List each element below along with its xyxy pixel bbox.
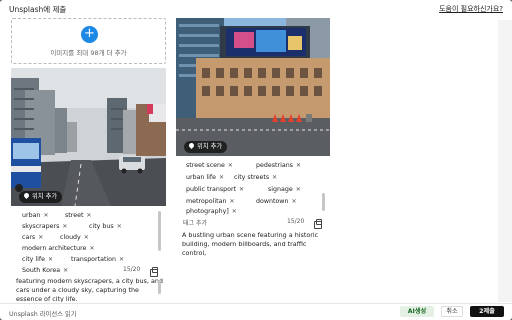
- x-icon[interactable]: ✕: [38, 234, 43, 241]
- tag-label: urban life: [186, 174, 217, 181]
- tag-chip[interactable]: city bus ✕: [89, 222, 122, 231]
- tag-chip[interactable]: cars ✕: [22, 233, 43, 242]
- tag-chip[interactable]: downtown ✕: [256, 197, 296, 206]
- tag-label: urban: [22, 212, 41, 219]
- tag-chip[interactable]: modern architecture ✕: [22, 244, 94, 253]
- tag-label: pedestrians: [256, 162, 293, 169]
- modal-header: Unsplash에 제출 도움이 필요하신가요?: [0, 0, 512, 18]
- tag-label: photography]: [186, 208, 229, 215]
- tag-label: skyscrapers: [22, 223, 60, 230]
- x-icon[interactable]: ✕: [229, 198, 234, 205]
- license-link[interactable]: Unsplash 라이선스 읽기: [9, 309, 77, 318]
- x-icon[interactable]: ✕: [117, 223, 122, 230]
- submit-modal: Unsplash에 제출 도움이 필요하신가요? + 이미지를 최대 98개 더…: [0, 0, 512, 320]
- tag-label: street scene: [186, 162, 225, 169]
- tag-label: metropolitan: [186, 198, 227, 205]
- x-icon[interactable]: ✕: [48, 256, 53, 263]
- x-icon[interactable]: ✕: [62, 223, 67, 230]
- x-icon[interactable]: ✕: [219, 174, 224, 181]
- plus-icon[interactable]: +: [81, 26, 98, 43]
- x-icon[interactable]: ✕: [63, 267, 68, 274]
- x-icon[interactable]: ✕: [239, 186, 244, 193]
- x-icon[interactable]: ✕: [84, 234, 89, 241]
- pin-icon: [22, 191, 31, 200]
- tag-label: signage: [268, 186, 293, 193]
- tag-label: public transport: [186, 186, 237, 193]
- tag-chip[interactable]: street ✕: [65, 211, 91, 220]
- tag-chip[interactable]: transportation ✕: [71, 255, 124, 264]
- tag-chip[interactable]: photography] ✕: [186, 207, 237, 216]
- tag-label: modern architecture: [22, 245, 87, 252]
- x-icon[interactable]: ✕: [86, 212, 91, 219]
- tag-label: city streets: [234, 174, 270, 181]
- tag-chip[interactable]: skyscrapers ✕: [22, 222, 67, 231]
- tag-chip[interactable]: urban life ✕: [186, 173, 224, 182]
- tag-scrollbar[interactable]: [158, 211, 161, 251]
- tag-label: transportation: [71, 256, 117, 263]
- add-location-button[interactable]: 위치 추가: [19, 191, 63, 203]
- add-location-label: 위치 추가: [197, 143, 223, 150]
- x-icon[interactable]: ✕: [232, 208, 237, 215]
- tag-label: cloudy: [60, 234, 81, 241]
- description-text: featuring modern skyscrapers, a city bus…: [16, 277, 163, 302]
- x-icon[interactable]: ✕: [89, 245, 94, 252]
- tag-label: downtown: [256, 198, 289, 205]
- description-scrollbar[interactable]: [158, 280, 161, 294]
- upload-hint: 이미지를 최대 98개 더 추가: [50, 49, 127, 57]
- description-field[interactable]: featuring modern skyscrapers, a city bus…: [16, 277, 164, 302]
- tag-field-label: 태그 추가: [183, 220, 207, 227]
- add-location-label: 위치 추가: [32, 193, 58, 200]
- copy-icon[interactable]: [314, 219, 322, 229]
- x-icon[interactable]: ✕: [43, 212, 48, 219]
- add-images-dropzone[interactable]: + 이미지를 최대 98개 더 추가: [11, 18, 166, 64]
- add-location-button[interactable]: 위치 추가: [184, 141, 228, 153]
- pin-icon: [187, 141, 196, 150]
- tag-chip[interactable]: public transport ✕: [186, 185, 244, 194]
- description-text: A bustling urban scene featuring a histo…: [182, 231, 319, 257]
- tag-list: urban ✕ street ✕ skyscrapers ✕ city bus ✕ ca…: [11, 207, 166, 277]
- scroll-area: [498, 20, 512, 302]
- tag-chip[interactable]: metropolitan ✕: [186, 197, 234, 206]
- tag-label: cars: [22, 234, 36, 241]
- ai-generate-button[interactable]: AI생성: [400, 306, 434, 317]
- tag-chip[interactable]: signage ✕: [268, 185, 301, 194]
- tag-list: street scene ✕ pedestrians ✕ urban life ✕ c…: [176, 159, 330, 217]
- copy-icon[interactable]: [150, 267, 158, 277]
- tag-chip[interactable]: cloudy ✕: [60, 233, 89, 242]
- tag-label: city life: [22, 256, 45, 263]
- cancel-button[interactable]: 취소: [441, 306, 463, 317]
- modal-title: Unsplash에 제출: [9, 5, 67, 14]
- footer-divider: [0, 303, 512, 304]
- tag-chip[interactable]: pedestrians ✕: [256, 161, 301, 170]
- x-icon[interactable]: ✕: [119, 256, 124, 263]
- tag-label: South Korea: [22, 267, 61, 274]
- tag-chip[interactable]: urban ✕: [22, 211, 48, 220]
- x-icon[interactable]: ✕: [272, 174, 277, 181]
- street-photo-bus: [11, 68, 166, 206]
- photo-thumbnail[interactable]: 위치 추가: [176, 18, 330, 156]
- submit-button[interactable]: 2제출: [470, 306, 504, 317]
- description-field[interactable]: A bustling urban scene featuring a histo…: [182, 231, 330, 257]
- tag-scrollbar[interactable]: [322, 193, 325, 211]
- tag-count: 15/20: [123, 266, 141, 273]
- help-link[interactable]: 도움이 필요하신가요?: [439, 4, 503, 14]
- x-icon[interactable]: ✕: [291, 198, 296, 205]
- x-icon[interactable]: ✕: [228, 162, 233, 169]
- x-icon[interactable]: ✕: [296, 162, 301, 169]
- tag-chip[interactable]: street scene ✕: [186, 161, 233, 170]
- tag-chip[interactable]: city streets ✕: [234, 173, 277, 182]
- tag-chip[interactable]: South Korea ✕: [22, 266, 68, 275]
- photo-thumbnail[interactable]: 위치 추가: [11, 68, 166, 206]
- tag-label: street: [65, 212, 84, 219]
- street-photo-billboard: [176, 18, 330, 156]
- tag-label: city bus: [89, 223, 114, 230]
- tag-count: 15/20: [287, 218, 305, 225]
- x-icon[interactable]: ✕: [296, 186, 301, 193]
- tag-chip[interactable]: city life ✕: [22, 255, 53, 264]
